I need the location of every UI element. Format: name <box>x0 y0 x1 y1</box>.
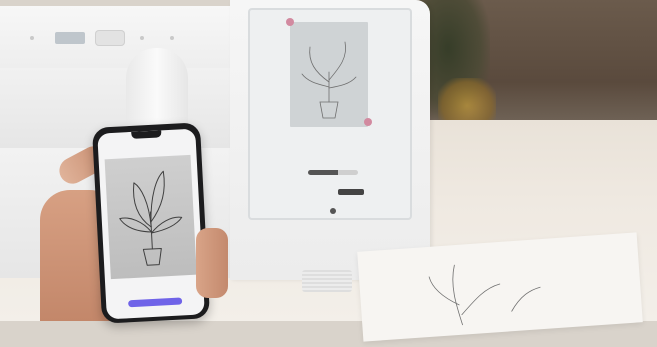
screen-corner-marker <box>364 118 372 126</box>
screen-slider <box>308 170 358 175</box>
phone-primary-button[interactable] <box>128 297 183 308</box>
machine-dot <box>140 36 144 40</box>
phone-notch <box>131 130 162 139</box>
machine-home-button <box>330 208 336 214</box>
smartphone <box>91 122 211 324</box>
machine-speaker-grille <box>302 270 352 292</box>
paper-sheet <box>357 232 643 342</box>
hand-fingers <box>196 228 228 298</box>
phone-screen <box>97 128 205 320</box>
phone-title <box>98 143 196 148</box>
phone-photo-preview <box>104 154 197 280</box>
machine-dot <box>30 36 34 40</box>
machine-slot <box>55 32 85 44</box>
screen-bottom-bar <box>250 190 406 200</box>
screen-action-pill <box>338 189 364 195</box>
plant-sketch-icon <box>428 264 541 326</box>
photo-scene <box>0 0 657 342</box>
screen-corner-marker <box>286 18 294 26</box>
plant-sketch-icon <box>301 41 357 119</box>
machine-dot <box>170 36 174 40</box>
machine-buttons <box>95 30 125 46</box>
machine-touchscreen <box>248 8 412 220</box>
machine-top-panel <box>0 6 250 68</box>
screen-drawing-preview <box>290 22 368 127</box>
plant-sketch-icon <box>119 170 183 266</box>
